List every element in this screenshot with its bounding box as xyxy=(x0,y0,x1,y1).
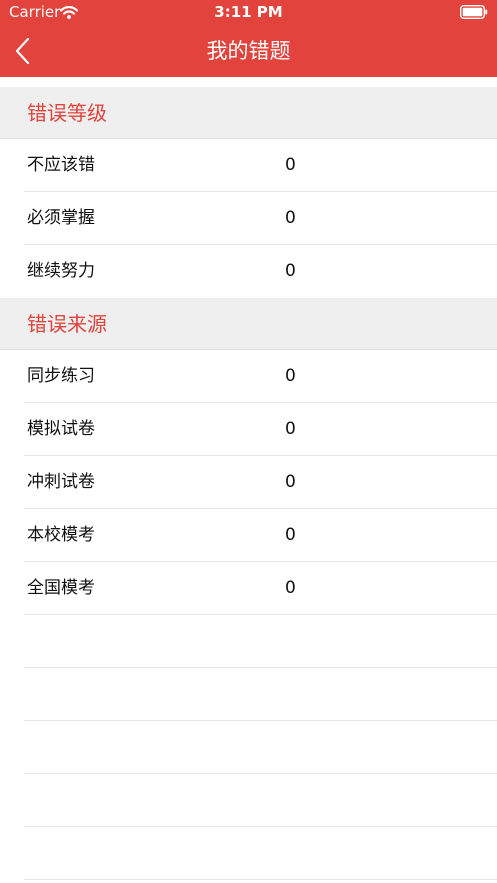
row-label: 必须掌握 xyxy=(27,208,95,228)
page-title: 我的错题 xyxy=(206,39,291,63)
mistakes-list: 错误等级 不应该错 0 必须掌握 0 继续努力 0 错误来源 同步练习 0 模拟… xyxy=(0,87,497,880)
list-item[interactable]: 不应该错 0 xyxy=(24,139,497,192)
empty-row xyxy=(24,721,497,774)
row-count: 0 xyxy=(285,155,296,175)
list-item[interactable]: 同步练习 0 xyxy=(24,350,497,403)
row-label: 模拟试卷 xyxy=(27,419,95,439)
section-title: 错误等级 xyxy=(27,101,107,125)
row-label: 同步练习 xyxy=(27,366,95,386)
list-item[interactable]: 模拟试卷 0 xyxy=(24,403,497,456)
section-title: 错误来源 xyxy=(27,312,107,336)
row-count: 0 xyxy=(285,419,296,439)
row-label: 冲刺试卷 xyxy=(27,472,95,492)
row-count: 0 xyxy=(285,525,296,545)
row-label: 全国模考 xyxy=(27,578,95,598)
row-count: 0 xyxy=(285,366,296,386)
section-header-error-level: 错误等级 xyxy=(0,87,497,139)
battery-icon xyxy=(459,4,488,23)
nav-bar: 我的错题 xyxy=(0,25,497,77)
status-time: 3:11 PM xyxy=(214,3,283,21)
empty-row xyxy=(24,827,497,880)
row-count: 0 xyxy=(285,472,296,492)
row-count: 0 xyxy=(285,261,296,281)
list-item[interactable]: 全国模考 0 xyxy=(24,562,497,615)
row-count: 0 xyxy=(285,578,296,598)
row-count: 0 xyxy=(285,208,296,228)
row-label: 不应该错 xyxy=(27,155,95,175)
list-item[interactable]: 本校模考 0 xyxy=(24,509,497,562)
empty-row xyxy=(24,668,497,721)
row-label: 继续努力 xyxy=(27,261,95,281)
list-item[interactable]: 冲刺试卷 0 xyxy=(24,456,497,509)
section-header-error-source: 错误来源 xyxy=(0,298,497,350)
status-bar: Carrier 3:11 PM xyxy=(0,0,497,25)
empty-row xyxy=(24,774,497,827)
top-spacer xyxy=(0,77,497,87)
row-label: 本校模考 xyxy=(27,525,95,545)
list-item[interactable]: 必须掌握 0 xyxy=(24,192,497,245)
empty-row xyxy=(24,615,497,668)
list-item[interactable]: 继续努力 0 xyxy=(24,245,497,298)
